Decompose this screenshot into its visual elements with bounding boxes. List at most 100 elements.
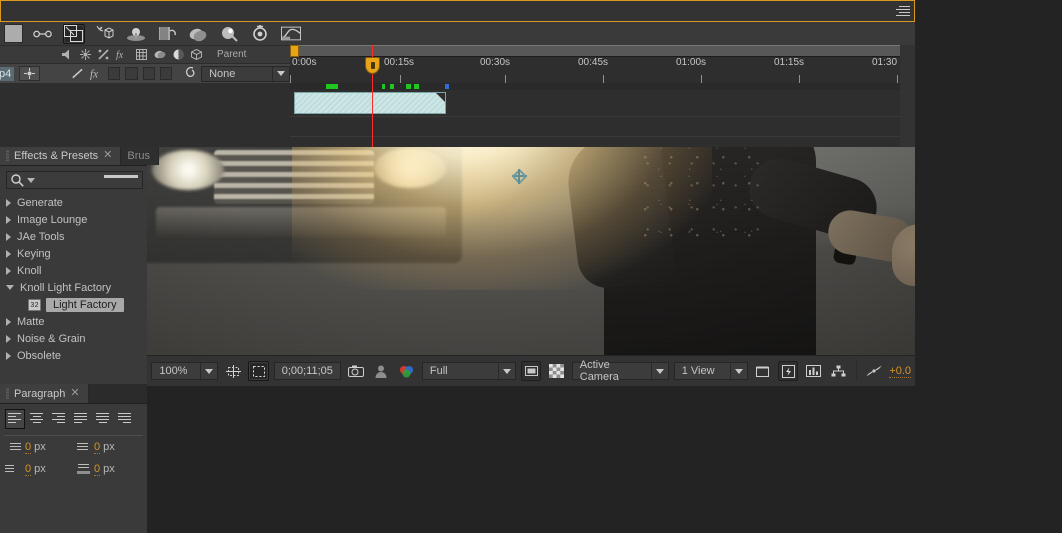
timeline-ruler[interactable]: 0:00s 00:15s 00:30s 00:45s 01:00s 01:15s… xyxy=(290,45,915,83)
effects-item-obsolete[interactable]: Obsolete xyxy=(0,347,147,364)
timeline-marker[interactable] xyxy=(382,84,385,89)
tab-paragraph[interactable]: Paragraph ✕ xyxy=(0,384,89,403)
ruler-label-6: 01:30 xyxy=(872,57,898,68)
selection-tool-icon[interactable] xyxy=(63,23,85,44)
indent-right-margin-value[interactable]: 0 xyxy=(94,441,101,454)
space-before-field[interactable]: 0 px xyxy=(74,463,140,476)
justify-last-center-button[interactable] xyxy=(94,410,112,428)
chevron-down-icon[interactable] xyxy=(6,285,14,290)
close-icon[interactable]: ✕ xyxy=(70,388,79,399)
layer-blend-mode-icon[interactable] xyxy=(70,66,85,81)
indent-right-margin-field[interactable]: 0 px xyxy=(74,441,140,454)
resolution-dropdown[interactable]: Full xyxy=(421,362,517,380)
exposure-value[interactable]: +0.0 xyxy=(889,365,912,378)
effects-search-field[interactable] xyxy=(6,171,143,189)
effects-item-knoll-light-factory[interactable]: Knoll Light Factory xyxy=(0,279,147,296)
renderer-options-icon[interactable] xyxy=(803,361,823,381)
align-right-button[interactable] xyxy=(50,410,68,428)
timeline-tracks[interactable] xyxy=(290,83,915,147)
justify-last-right-button[interactable] xyxy=(116,410,134,428)
close-icon[interactable]: ✕ xyxy=(103,150,112,161)
mask-shape-visibility-icon[interactable] xyxy=(248,361,269,381)
chevron-right-icon[interactable] xyxy=(6,266,11,275)
timeline-marker[interactable] xyxy=(406,84,411,89)
tab-brushes[interactable]: Brus xyxy=(121,146,160,165)
graph-editor-icon[interactable] xyxy=(280,24,302,44)
parent-dropdown[interactable]: None xyxy=(201,65,290,82)
chevron-right-icon[interactable] xyxy=(6,334,11,343)
effects-item-noise-and-grain[interactable]: Noise & Grain xyxy=(0,330,147,347)
effects-item-matte[interactable]: Matte xyxy=(0,313,147,330)
timeline-column-headers: fx Parent xyxy=(0,45,290,63)
fast-previews-icon[interactable] xyxy=(778,361,799,381)
layer-switch-4[interactable] xyxy=(159,67,173,80)
indent-left-margin-field[interactable]: 0 px xyxy=(5,441,71,454)
align-center-button[interactable] xyxy=(28,410,46,428)
3d-layer-toggle-icon xyxy=(191,49,202,60)
effects-item-image-lounge[interactable]: Image Lounge xyxy=(0,211,147,228)
justify-last-left-button[interactable] xyxy=(72,410,90,428)
timeline-marker[interactable] xyxy=(390,84,394,89)
work-area-bar[interactable] xyxy=(290,45,915,57)
space-before-value[interactable]: 0 xyxy=(94,463,101,476)
roto-brush-icon[interactable] xyxy=(156,24,178,44)
layer-solo-toggle[interactable] xyxy=(19,66,40,81)
indent-first-line-field[interactable]: 0 px xyxy=(5,463,71,476)
chevron-right-icon[interactable] xyxy=(6,351,11,360)
timeline-layer-row[interactable]: p4 fx None xyxy=(0,63,290,83)
layer-switch-1[interactable] xyxy=(108,67,121,80)
indent-right-margin-icon xyxy=(74,441,91,453)
effects-item-generate[interactable]: Generate xyxy=(0,194,147,211)
magnification-dropdown[interactable]: 100% xyxy=(151,362,219,380)
transparency-grid-icon[interactable] xyxy=(546,361,566,381)
chevron-right-icon[interactable] xyxy=(6,232,11,241)
magnification-value: 100% xyxy=(159,365,188,377)
effects-item-keying[interactable]: Keying xyxy=(0,245,147,262)
timeline-marker[interactable] xyxy=(445,84,449,89)
link-constant-icon[interactable] xyxy=(32,24,54,44)
effects-item-jae-tools[interactable]: JAe Tools xyxy=(0,228,147,245)
timeline-marker[interactable] xyxy=(414,84,419,89)
layer-switch-2[interactable] xyxy=(125,67,138,80)
brush-icon[interactable] xyxy=(249,24,271,44)
puppet-pin-icon[interactable] xyxy=(125,24,147,44)
chevron-right-icon[interactable] xyxy=(6,198,11,207)
search-options-chevron-icon[interactable] xyxy=(27,177,35,183)
channels-icon[interactable] xyxy=(397,361,417,381)
show-snapshot-icon[interactable] xyxy=(371,361,391,381)
parent-pickwhip-icon[interactable] xyxy=(183,66,196,82)
region-of-interest-icon[interactable] xyxy=(223,361,243,381)
toggle-viewer-layout-icon[interactable] xyxy=(521,361,542,381)
timeline-layer-clip[interactable] xyxy=(294,92,446,114)
layer-switch-3[interactable] xyxy=(142,67,155,80)
work-area-start-handle[interactable] xyxy=(290,45,299,57)
indent-first-line-value[interactable]: 0 xyxy=(25,463,32,476)
camera-view-dropdown[interactable]: Active Camera xyxy=(571,359,669,383)
panel-menu-icon[interactable] xyxy=(894,5,910,17)
timeline-tabbar[interactable] xyxy=(0,0,915,22)
pixel-aspect-correction-icon[interactable] xyxy=(753,361,773,381)
layer-name[interactable]: p4 xyxy=(0,66,15,81)
effects-item-knoll[interactable]: Knoll xyxy=(0,262,147,279)
fill-color-swatch[interactable] xyxy=(4,24,23,43)
align-left-button[interactable] xyxy=(5,409,25,429)
layer-effects-icon[interactable]: fx xyxy=(90,67,103,81)
camera-icon[interactable] xyxy=(346,361,366,381)
effects-item-light-factory[interactable]: 32 Light Factory xyxy=(0,296,147,313)
motion-sketch-icon[interactable] xyxy=(94,24,116,44)
current-time-display[interactable]: 0;00;11;05 xyxy=(273,362,341,380)
current-time-indicator[interactable] xyxy=(365,45,380,147)
chevron-right-icon[interactable] xyxy=(6,317,11,326)
current-time-indicator-head[interactable] xyxy=(365,57,380,74)
tab-effects-and-presets[interactable]: Effects & Presets ✕ xyxy=(0,146,122,165)
eraser-icon[interactable] xyxy=(218,24,240,44)
chevron-right-icon[interactable] xyxy=(6,249,11,258)
chevron-right-icon[interactable] xyxy=(6,215,11,224)
exposure-icon[interactable] xyxy=(864,361,884,381)
search-clear-bar[interactable] xyxy=(104,175,138,178)
flowchart-icon[interactable] xyxy=(829,361,849,381)
indent-left-margin-value[interactable]: 0 xyxy=(25,441,32,454)
clone-stamp-icon[interactable] xyxy=(187,24,209,44)
view-count-dropdown[interactable]: 1 View xyxy=(673,362,748,380)
timeline-marker[interactable] xyxy=(326,84,338,89)
